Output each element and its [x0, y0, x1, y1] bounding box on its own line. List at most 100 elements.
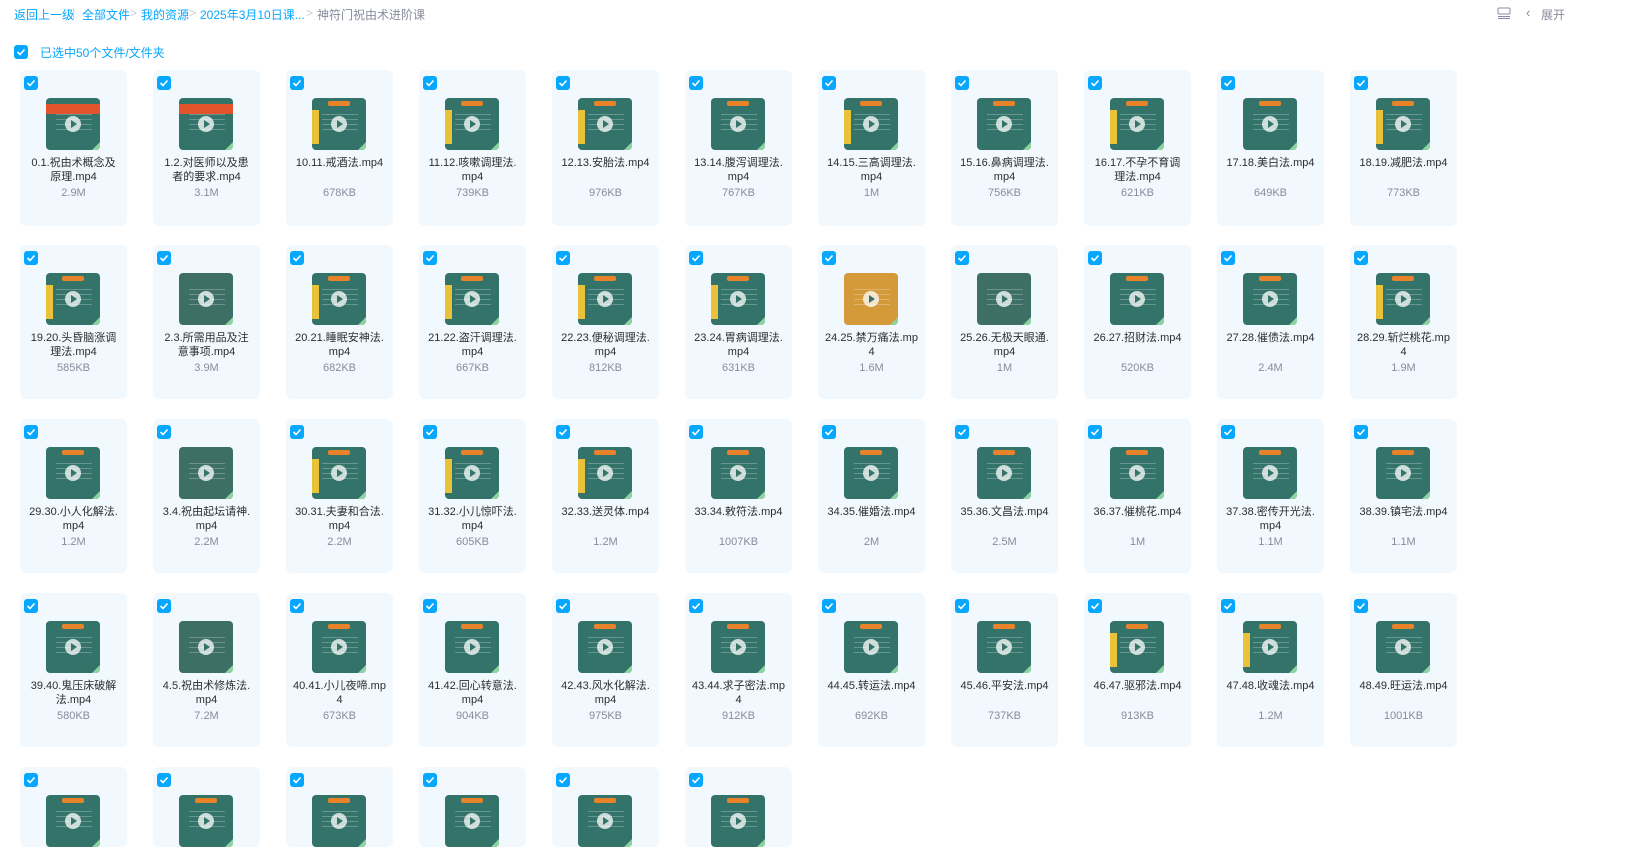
video-thumbnail[interactable] — [977, 273, 1031, 325]
file-card[interactable]: 45.46.平安法.mp4 737KB — [951, 593, 1058, 747]
video-thumbnail[interactable] — [312, 447, 366, 499]
video-thumbnail[interactable] — [1376, 447, 1430, 499]
file-card[interactable]: 4.5.祝由术修炼法.mp4 7.2M — [153, 593, 260, 747]
video-thumbnail[interactable] — [977, 621, 1031, 673]
video-thumbnail[interactable] — [1243, 273, 1297, 325]
file-card[interactable]: 28.29.斩烂桃花.mp4 1.9M — [1350, 245, 1457, 399]
file-card[interactable]: 47.48.收魂法.mp4 1.2M — [1217, 593, 1324, 747]
file-card[interactable]: 14.15.三高调理法.mp4 1M — [818, 70, 925, 226]
file-card[interactable]: 23.24.胃病调理法.mp4 631KB — [685, 245, 792, 399]
file-card[interactable]: 34.35.催婚法.mp4 2M — [818, 419, 925, 573]
file-card[interactable]: 29.30.小人化解法.mp4 1.2M — [20, 419, 127, 573]
file-card[interactable]: 41.42.回心转意法.mp4 904KB — [419, 593, 526, 747]
video-thumbnail[interactable] — [445, 273, 499, 325]
file-card[interactable]: 43.44.求子密法.mp4 912KB — [685, 593, 792, 747]
file-checkbox[interactable] — [157, 76, 171, 90]
file-checkbox[interactable] — [1221, 425, 1235, 439]
file-card[interactable]: 46.47.驱邪法.mp4 913KB — [1084, 593, 1191, 747]
file-checkbox[interactable] — [689, 76, 703, 90]
video-thumbnail[interactable] — [312, 273, 366, 325]
file-card[interactable]: 42.43.风水化解法.mp4 975KB — [552, 593, 659, 747]
video-thumbnail[interactable] — [46, 98, 100, 150]
file-checkbox[interactable] — [157, 599, 171, 613]
select-all-checkbox[interactable] — [14, 45, 28, 59]
video-thumbnail[interactable] — [578, 795, 632, 847]
file-card[interactable]: 22.23.便秘调理法.mp4 812KB — [552, 245, 659, 399]
file-checkbox[interactable] — [24, 76, 38, 90]
file-card[interactable]: 2.3.所需用品及注意事项.mp4 3.9M — [153, 245, 260, 399]
file-card[interactable]: 12.13.安胎法.mp4 976KB — [552, 70, 659, 226]
file-checkbox[interactable] — [24, 425, 38, 439]
file-checkbox[interactable] — [955, 76, 969, 90]
file-card[interactable]: 40.41.小儿夜啼.mp4 673KB — [286, 593, 393, 747]
file-card[interactable]: 20.21.睡眠安神法.mp4 682KB — [286, 245, 393, 399]
video-thumbnail[interactable] — [711, 447, 765, 499]
video-thumbnail[interactable] — [1376, 273, 1430, 325]
file-checkbox[interactable] — [290, 76, 304, 90]
video-thumbnail[interactable] — [46, 795, 100, 847]
video-thumbnail[interactable] — [445, 447, 499, 499]
video-thumbnail[interactable] — [578, 273, 632, 325]
file-card[interactable]: 27.28.催债法.mp4 2.4M — [1217, 245, 1324, 399]
video-thumbnail[interactable] — [844, 447, 898, 499]
file-card[interactable] — [685, 767, 792, 847]
file-checkbox[interactable] — [955, 251, 969, 265]
file-checkbox[interactable] — [955, 425, 969, 439]
file-checkbox[interactable] — [290, 251, 304, 265]
file-card[interactable]: 33.34.敕符法.mp4 1007KB — [685, 419, 792, 573]
video-thumbnail[interactable] — [844, 621, 898, 673]
video-thumbnail[interactable] — [179, 447, 233, 499]
file-card[interactable]: 24.25.禁万痛法.mp4 1.6M — [818, 245, 925, 399]
file-checkbox[interactable] — [423, 76, 437, 90]
video-thumbnail[interactable] — [445, 795, 499, 847]
video-thumbnail[interactable] — [179, 98, 233, 150]
file-checkbox[interactable] — [955, 599, 969, 613]
file-card[interactable]: 35.36.文昌法.mp4 2.5M — [951, 419, 1058, 573]
video-thumbnail[interactable] — [312, 621, 366, 673]
chevron-left-icon[interactable]: ‹ — [1526, 5, 1530, 20]
file-checkbox[interactable] — [290, 425, 304, 439]
file-checkbox[interactable] — [556, 76, 570, 90]
file-card[interactable]: 32.33.送灵体.mp4 1.2M — [552, 419, 659, 573]
video-thumbnail[interactable] — [711, 273, 765, 325]
file-card[interactable]: 21.22.盗汗调理法.mp4 667KB — [419, 245, 526, 399]
video-thumbnail[interactable] — [46, 621, 100, 673]
select-all[interactable]: 已选中50个文件/文件夹 — [14, 44, 165, 60]
file-checkbox[interactable] — [157, 251, 171, 265]
file-checkbox[interactable] — [24, 251, 38, 265]
file-checkbox[interactable] — [1354, 599, 1368, 613]
file-card[interactable]: 25.26.无极天眼通.mp4 1M — [951, 245, 1058, 399]
video-thumbnail[interactable] — [1376, 98, 1430, 150]
video-thumbnail[interactable] — [312, 98, 366, 150]
expand-button[interactable]: 展开 — [1541, 6, 1565, 23]
video-thumbnail[interactable] — [711, 621, 765, 673]
video-thumbnail[interactable] — [46, 447, 100, 499]
back-link[interactable]: 返回上一级 — [14, 6, 74, 23]
file-checkbox[interactable] — [1088, 599, 1102, 613]
video-thumbnail[interactable] — [1110, 447, 1164, 499]
file-card[interactable]: 26.27.招财法.mp4 520KB — [1084, 245, 1191, 399]
file-checkbox[interactable] — [24, 599, 38, 613]
file-checkbox[interactable] — [1354, 425, 1368, 439]
video-thumbnail[interactable] — [578, 98, 632, 150]
video-thumbnail[interactable] — [179, 795, 233, 847]
video-thumbnail[interactable] — [1110, 621, 1164, 673]
video-thumbnail[interactable] — [977, 98, 1031, 150]
video-thumbnail[interactable] — [1243, 98, 1297, 150]
file-card[interactable]: 31.32.小儿惊吓法.mp4 605KB — [419, 419, 526, 573]
file-card[interactable]: 15.16.鼻病调理法.mp4 756KB — [951, 70, 1058, 226]
file-checkbox[interactable] — [423, 251, 437, 265]
file-checkbox[interactable] — [290, 773, 304, 787]
video-thumbnail[interactable] — [312, 795, 366, 847]
video-thumbnail[interactable] — [711, 795, 765, 847]
file-checkbox[interactable] — [689, 251, 703, 265]
video-thumbnail[interactable] — [445, 621, 499, 673]
file-checkbox[interactable] — [556, 251, 570, 265]
file-card[interactable]: 18.19.减肥法.mp4 773KB — [1350, 70, 1457, 226]
file-card[interactable]: 19.20.头昏脑涨调理法.mp4 585KB — [20, 245, 127, 399]
file-card[interactable]: 48.49.旺运法.mp4 1001KB — [1350, 593, 1457, 747]
file-checkbox[interactable] — [556, 425, 570, 439]
file-card[interactable]: 36.37.催桃花.mp4 1M — [1084, 419, 1191, 573]
file-checkbox[interactable] — [1221, 599, 1235, 613]
file-checkbox[interactable] — [822, 599, 836, 613]
